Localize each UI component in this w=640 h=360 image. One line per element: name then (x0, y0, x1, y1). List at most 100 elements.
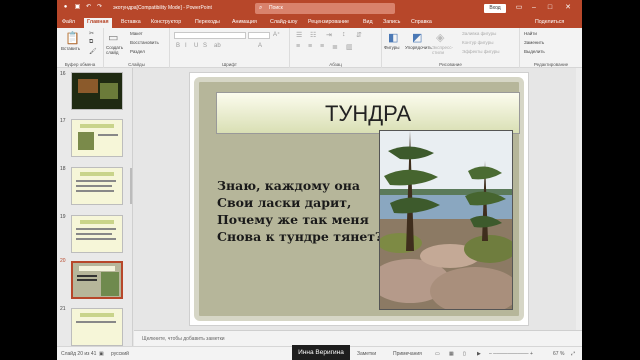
tab-insert[interactable]: Вставка (121, 19, 141, 25)
current-slide[interactable]: ТУНДРА Знаю, каждому она Свои ласки дари… (189, 72, 529, 326)
presenter-name-tag: Инна Веригина (292, 345, 350, 360)
quick-styles-icon[interactable]: ◈ (436, 31, 444, 44)
tab-home[interactable]: Главная (84, 18, 112, 28)
tab-transitions[interactable]: Переходы (195, 19, 220, 25)
tab-view[interactable]: Вид (363, 19, 373, 25)
cut-icon[interactable]: ✂ (89, 30, 94, 37)
slide-thumbnails-pane[interactable]: 16 17 18 19 20 21 (57, 68, 133, 346)
ribbon-display-icon[interactable]: ▭ (512, 1, 526, 15)
poem-text-box[interactable]: Знаю, каждому она Свои ласки дарит, Поче… (217, 177, 382, 245)
tab-slideshow[interactable]: Слайд-шоу (270, 19, 297, 25)
align-center-icon[interactable]: ≡ (308, 43, 312, 50)
close-icon[interactable]: ✕ (561, 1, 575, 15)
document-title: экотундра[Compatibility Mode] - PowerPoi… (113, 5, 212, 11)
layout-button[interactable]: Макет (130, 31, 143, 36)
thumb-number: 18 (60, 166, 66, 172)
notes-pane[interactable]: Щелкните, чтобы добавить заметки (134, 330, 582, 346)
shape-outline-button[interactable]: Контур фигуры (462, 40, 493, 45)
comments-toggle[interactable]: Примечания (393, 351, 422, 357)
paragraph-group-label: Абзац (329, 62, 342, 67)
find-button[interactable]: Найти (524, 31, 537, 36)
thumb-image (78, 79, 98, 93)
italic-icon[interactable]: I (185, 43, 187, 49)
slide-thumbnail-21[interactable] (71, 308, 123, 346)
tab-record[interactable]: Запись (383, 19, 400, 25)
shadow-icon[interactable]: S (203, 43, 207, 49)
strikethrough-icon[interactable]: ab (214, 43, 221, 49)
font-size-select[interactable] (248, 32, 270, 39)
slideshow-icon[interactable]: ▶ (477, 351, 481, 357)
undo-icon[interactable]: ↶ (84, 3, 93, 12)
search-input[interactable]: ⌕ Поиск (255, 3, 395, 14)
share-button[interactable]: Поделиться (535, 19, 564, 25)
grow-font-icon[interactable]: A⁺ (273, 31, 280, 38)
slide-title[interactable]: ТУНДРА (216, 92, 520, 134)
new-slide-button[interactable]: Создать слайд (106, 45, 126, 55)
reading-view-icon[interactable]: ▯ (463, 351, 466, 357)
slide-thumbnail-18[interactable] (71, 167, 123, 205)
line-spacing-icon[interactable]: ↕ (342, 31, 346, 38)
bold-icon[interactable]: B (176, 43, 180, 49)
slide-thumbnail-19[interactable] (71, 215, 123, 253)
slide-thumbnail-17[interactable] (71, 119, 123, 157)
replace-button[interactable]: Заменить (524, 40, 544, 45)
sign-in-button[interactable]: Вход (484, 4, 506, 13)
thumb-image (78, 132, 94, 150)
editor-scrollbar[interactable] (576, 68, 582, 330)
tab-review[interactable]: Рецензирование (308, 19, 349, 25)
underline-icon[interactable]: U (194, 43, 198, 49)
align-right-icon[interactable]: ≡ (320, 43, 324, 50)
justify-icon[interactable]: ≣ (332, 43, 338, 51)
spellcheck-icon[interactable]: ▣ (99, 351, 104, 357)
quick-styles-button[interactable]: Экспресс-стили (432, 45, 453, 55)
normal-view-icon[interactable]: ▭ (435, 351, 440, 357)
redo-icon[interactable]: ↷ (95, 3, 104, 12)
format-painter-icon[interactable]: 🖌 (89, 48, 97, 55)
shapes-button[interactable]: Фигуры (384, 45, 400, 50)
slide-thumbnail-20[interactable] (71, 261, 123, 299)
thumb-text (76, 321, 116, 323)
arrange-button[interactable]: Упорядочить (405, 45, 432, 50)
tab-design[interactable]: Конструктор (151, 19, 181, 25)
paste-icon[interactable]: 📋 (65, 31, 80, 45)
zoom-slider[interactable]: – ────────── + (489, 351, 533, 357)
notes-toggle[interactable]: Заметки (357, 351, 376, 357)
shapes-icon[interactable]: ◧ (388, 31, 398, 44)
autosave-icon[interactable]: ● (61, 3, 70, 12)
maximize-icon[interactable]: □ (543, 1, 557, 15)
slide-thumbnail-16[interactable] (71, 72, 123, 110)
copy-icon[interactable]: ⧉ (89, 39, 93, 46)
language-indicator[interactable]: русский (111, 351, 129, 357)
fit-to-window-icon[interactable]: ⤢ (571, 351, 575, 357)
columns-icon[interactable]: ▥ (346, 43, 353, 51)
bullets-icon[interactable]: ☰ (296, 31, 302, 39)
align-left-icon[interactable]: ≡ (296, 43, 300, 50)
text-direction-icon[interactable]: ⇵ (356, 31, 362, 39)
save-icon[interactable]: ▣ (73, 3, 82, 12)
tundra-photo[interactable] (379, 130, 513, 310)
thumb-number: 21 (60, 306, 66, 312)
shape-effects-button[interactable]: Эффекты фигуры (462, 49, 500, 54)
poem-line: Знаю, каждому она (217, 178, 360, 193)
slide-sorter-icon[interactable]: ▦ (449, 351, 454, 357)
paste-button[interactable]: Вставить (61, 46, 80, 51)
shape-fill-button[interactable]: Заливка фигуры (462, 31, 496, 36)
font-name-select[interactable] (174, 32, 246, 39)
minimize-icon[interactable]: – (527, 1, 541, 15)
indent-icon[interactable]: ⇥ (326, 31, 332, 39)
thumb-title (80, 313, 114, 317)
section-button[interactable]: Раздел (130, 49, 145, 54)
font-color-icon[interactable]: A (258, 43, 262, 49)
select-button[interactable]: Выделить (524, 49, 545, 54)
new-slide-icon[interactable]: ▭ (108, 31, 118, 44)
arrange-icon[interactable]: ◩ (412, 31, 422, 44)
thumb-text (77, 279, 97, 281)
tab-help[interactable]: Справка (411, 19, 432, 25)
zoom-level[interactable]: 67 % (553, 351, 564, 357)
tab-file[interactable]: Файл (62, 19, 75, 25)
reset-button[interactable]: Восстановить (130, 40, 159, 45)
tab-animations[interactable]: Анимация (232, 19, 257, 25)
numbering-icon[interactable]: ☷ (310, 31, 316, 39)
thumb-text (76, 190, 114, 192)
thumbnails-scrollbar[interactable] (130, 168, 132, 204)
